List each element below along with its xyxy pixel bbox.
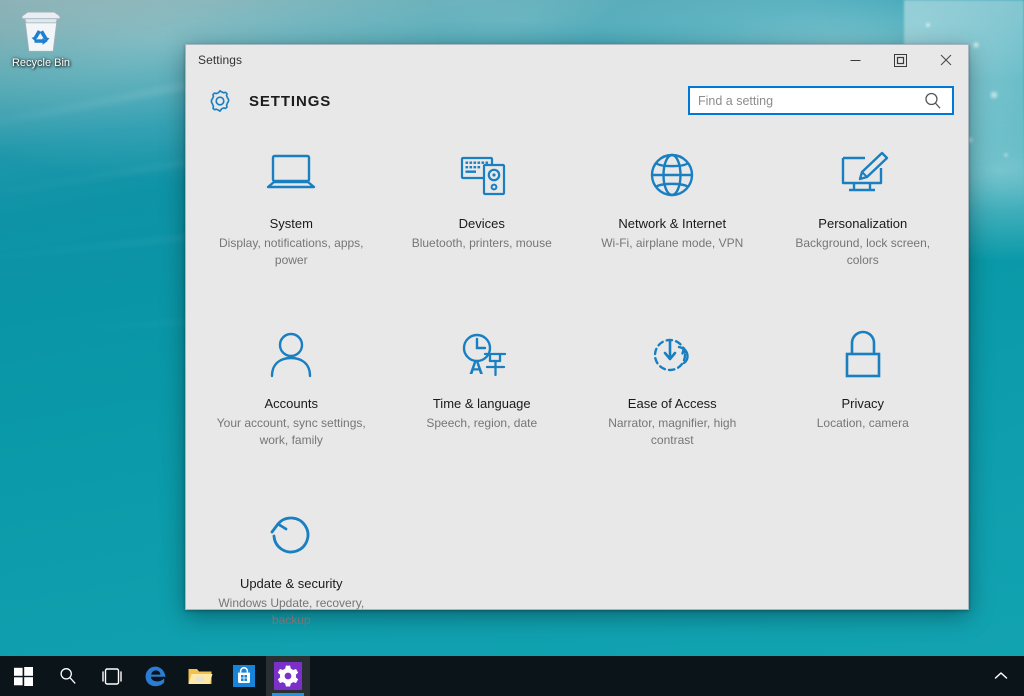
padlock-icon <box>845 330 881 378</box>
tile-icon <box>835 145 891 205</box>
svg-text:A: A <box>469 357 483 379</box>
system-tray <box>984 656 1024 696</box>
edge-icon <box>145 666 166 687</box>
tile-privacy[interactable]: Privacy Location, camera <box>768 317 959 497</box>
clock-language-icon: A <box>462 333 506 379</box>
search-icon[interactable] <box>922 90 944 112</box>
taskbar-edge-button[interactable] <box>134 656 178 696</box>
globe-icon <box>651 153 694 197</box>
taskbar-search-button[interactable] <box>46 656 90 696</box>
taskbar-store-button[interactable] <box>222 656 266 696</box>
tile-name: Update & security <box>239 576 343 591</box>
tile-description: Windows Update, recovery, backup <box>218 596 365 627</box>
tile-description: Wi-Fi, airplane mode, VPN <box>601 236 744 250</box>
task-view-button[interactable] <box>90 656 134 696</box>
tile-description: Your account, sync settings, work, famil… <box>216 416 366 447</box>
tile-icon <box>646 325 698 385</box>
gear-icon <box>210 90 230 112</box>
tile-update-security[interactable]: Update & security Windows Update, recove… <box>196 497 387 677</box>
tile-description: Display, notifications, apps, power <box>218 236 364 267</box>
taskbar-settings-button[interactable] <box>266 656 310 696</box>
desktop-icon-recycle-bin[interactable]: Recycle Bin <box>6 8 76 70</box>
maximize-button[interactable] <box>878 45 923 75</box>
tile-description: Location, camera <box>816 416 909 430</box>
tile-icon <box>454 145 510 205</box>
page-title: SETTINGS <box>249 92 332 110</box>
tile-icon <box>263 145 319 205</box>
minimize-icon <box>850 59 861 61</box>
tile-name: Time & language <box>432 396 531 411</box>
tile-time-language[interactable]: A Time & language Speech, region, date <box>387 317 578 497</box>
settings-tile-grid: System Display, notifications, apps, pow… <box>186 127 968 677</box>
search-box[interactable] <box>688 86 954 115</box>
settings-window[interactable]: Settings SETTINGS Find a setting System … <box>185 44 969 627</box>
taskbar-file-explorer-button[interactable] <box>178 656 222 696</box>
person-icon <box>271 332 312 378</box>
maximize-icon <box>894 53 907 67</box>
tile-description: Narrator, magnifier, high contrast <box>608 416 737 447</box>
tile-icon: A <box>454 325 510 385</box>
task-view-icon <box>102 667 122 685</box>
tile-personalization[interactable]: Personalization Background, lock screen,… <box>768 137 959 317</box>
tile-icon <box>840 325 886 385</box>
windows-start-icon <box>13 666 33 686</box>
tile-name: Privacy <box>841 396 885 411</box>
tile-description: Speech, region, date <box>426 416 538 430</box>
tile-name: Accounts <box>264 396 318 411</box>
settings-header: SETTINGS <box>186 75 968 127</box>
window-controls <box>833 45 968 75</box>
window-title: Settings <box>198 53 243 67</box>
tile-accounts[interactable]: Accounts Your account, sync settings, wo… <box>196 317 387 497</box>
tile-icon <box>267 325 315 385</box>
tile-name: Personalization <box>818 216 908 231</box>
tile-devices[interactable]: Devices Bluetooth, printers, mouse <box>387 137 578 317</box>
laptop-icon <box>267 154 316 189</box>
tile-name: Ease of Access <box>627 396 717 411</box>
tile-description: Bluetooth, printers, mouse <box>411 236 552 250</box>
search-icon <box>60 668 76 684</box>
taskbar[interactable] <box>0 656 1024 696</box>
chevron-up-icon <box>994 672 1008 679</box>
window-title-bar[interactable]: Settings <box>186 45 968 75</box>
tile-ease-of-access[interactable]: Ease of Access Narrator, magnifier, high… <box>577 317 768 497</box>
tile-name: Devices <box>458 216 505 231</box>
tile-icon <box>265 505 317 565</box>
close-icon <box>940 54 951 66</box>
tile-description: Background, lock screen, colors <box>795 236 931 267</box>
tile-name: System <box>269 216 313 231</box>
tile-system[interactable]: System Display, notifications, apps, pow… <box>196 137 387 317</box>
minimize-button[interactable] <box>833 45 878 75</box>
recycle-bin-icon <box>21 11 61 52</box>
tile-name: Network & Internet <box>618 216 727 231</box>
folder-icon <box>188 669 213 684</box>
store-icon <box>233 665 255 687</box>
show-hidden-icons-button[interactable] <box>984 656 1018 696</box>
close-button[interactable] <box>923 45 968 75</box>
start-button[interactable] <box>0 656 46 696</box>
desktop-icon-label: Recycle Bin <box>11 57 71 69</box>
refresh-circle-icon <box>270 516 310 554</box>
tile-icon <box>646 145 698 205</box>
settings-gear-icon <box>274 662 302 690</box>
keyboard-speaker-icon <box>460 156 505 196</box>
tile-network-internet[interactable]: Network & Internet Wi-Fi, airplane mode,… <box>577 137 768 317</box>
search-input[interactable] <box>690 88 922 113</box>
monitor-brush-icon <box>841 151 888 192</box>
ease-of-access-icon <box>654 338 689 372</box>
